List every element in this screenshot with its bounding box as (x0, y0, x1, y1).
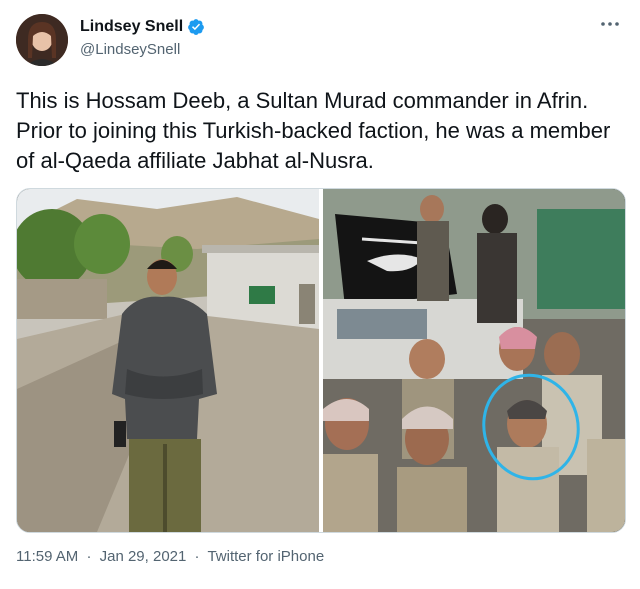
tweet-media[interactable] (16, 188, 626, 533)
photo-left[interactable] (17, 189, 322, 532)
photo-right[interactable] (323, 189, 625, 532)
meta-separator: · (194, 548, 200, 565)
verified-badge-icon (188, 19, 205, 35)
meta-separator: · (86, 548, 92, 565)
author-name-row: Lindsey Snell (80, 18, 205, 36)
tweet-source[interactable]: Twitter for iPhone (207, 548, 324, 565)
tweet-text: This is Hossam Deeb, a Sultan Murad comm… (16, 88, 611, 173)
more-options-icon[interactable] (598, 16, 622, 32)
tweet-card: Lindsey Snell @LindseySnell This is Hoss… (0, 0, 640, 589)
author-handle[interactable]: @LindseySnell (80, 41, 180, 58)
author-display-name[interactable]: Lindsey Snell (80, 18, 183, 36)
avatar[interactable] (16, 14, 68, 66)
tweet-date[interactable]: Jan 29, 2021 (100, 548, 187, 565)
tweet-time[interactable]: 11:59 AM (16, 548, 78, 565)
tweet-metadata: 11:59 AM · Jan 29, 2021 · Twitter for iP… (16, 548, 328, 565)
